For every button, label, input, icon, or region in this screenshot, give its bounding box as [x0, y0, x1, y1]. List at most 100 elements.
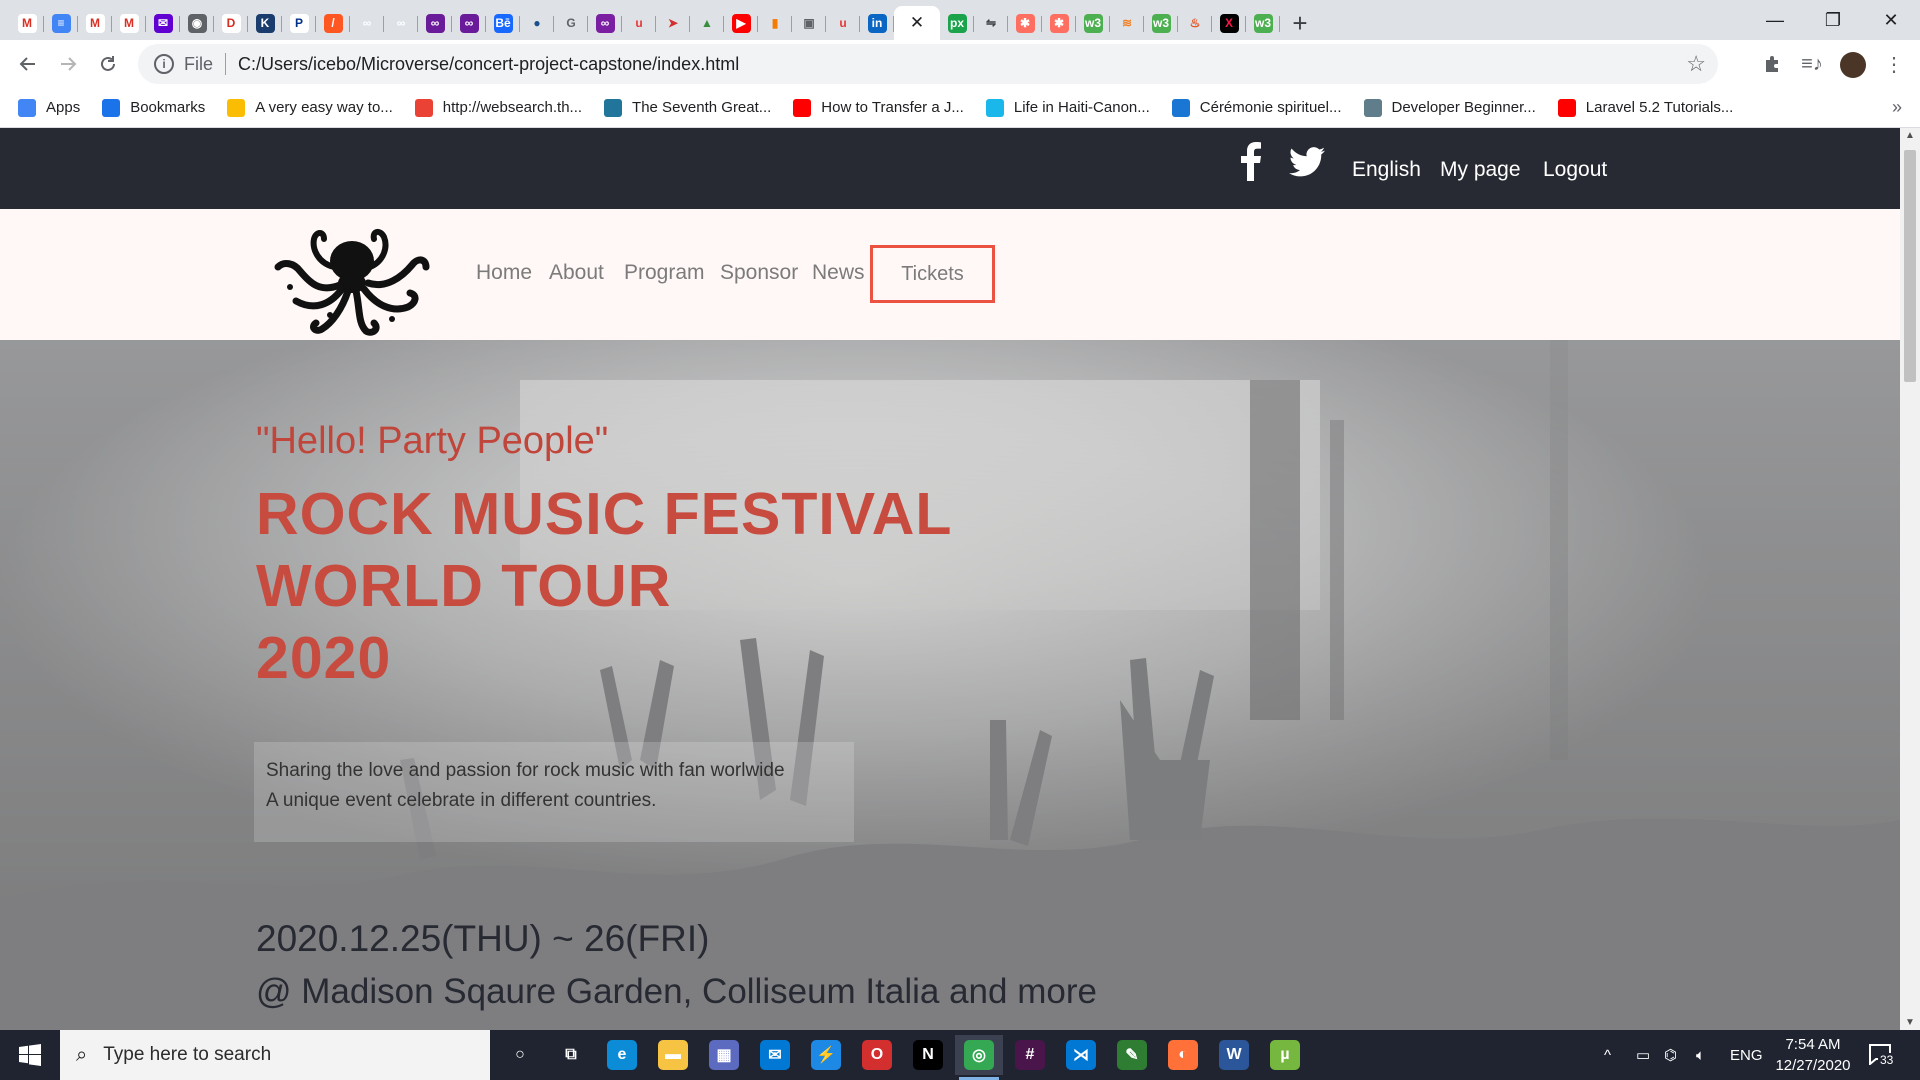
- edge-icon[interactable]: e: [598, 1035, 646, 1075]
- action-center-icon[interactable]: 33: [1864, 1039, 1900, 1071]
- my-page-link[interactable]: My page: [1440, 158, 1521, 182]
- browser-tab[interactable]: /: [316, 6, 350, 40]
- volume-icon[interactable]: 🔈︎: [1696, 1030, 1705, 1080]
- show-hidden-icons-icon[interactable]: ^: [1604, 1030, 1611, 1080]
- word-icon[interactable]: W: [1210, 1035, 1258, 1075]
- address-bar[interactable]: i File C:/Users/icebo/Microverse/concert…: [138, 44, 1718, 84]
- profile-avatar[interactable]: [1840, 52, 1866, 78]
- browser-tab[interactable]: Bē: [486, 6, 520, 40]
- slack-icon[interactable]: #: [1006, 1035, 1054, 1075]
- browser-tab[interactable]: w3: [1144, 6, 1178, 40]
- scroll-down-icon[interactable]: ▼: [1905, 1017, 1915, 1028]
- bookmark-item[interactable]: http://websearch.th...: [414, 98, 582, 117]
- browser-tab[interactable]: M: [10, 6, 44, 40]
- new-tab-button[interactable]: +: [1280, 6, 1320, 40]
- site-info-icon[interactable]: i: [154, 54, 174, 74]
- browser-tab[interactable]: ✱: [1042, 6, 1076, 40]
- forward-arrow-icon[interactable]: [48, 44, 88, 84]
- utorrent-icon[interactable]: µ: [1261, 1035, 1309, 1075]
- reload-icon[interactable]: [88, 44, 128, 84]
- taskbar-search[interactable]: ⌕ Type here to search: [60, 1030, 490, 1080]
- extensions-puzzle-icon[interactable]: [1752, 40, 1792, 88]
- logout-link[interactable]: Logout: [1543, 158, 1607, 182]
- browser-tab[interactable]: ▮: [758, 6, 792, 40]
- bookmark-item[interactable]: Life in Haiti-Canon...: [985, 98, 1150, 117]
- nav-about[interactable]: About: [549, 261, 604, 285]
- browser-tab[interactable]: u: [826, 6, 860, 40]
- language-link[interactable]: English: [1352, 158, 1421, 182]
- browser-tab[interactable]: px: [940, 6, 974, 40]
- close-window-button[interactable]: ✕: [1868, 0, 1914, 40]
- bookmarks-overflow-icon[interactable]: »: [1892, 97, 1902, 118]
- nav-program[interactable]: Program: [624, 261, 705, 285]
- nav-news[interactable]: News: [812, 261, 865, 285]
- browser-tab[interactable]: ✉: [146, 6, 180, 40]
- task-view-icon[interactable]: ⧉: [547, 1035, 595, 1075]
- bookmark-item[interactable]: Apps: [18, 98, 80, 117]
- mail-icon[interactable]: ✉: [751, 1035, 799, 1075]
- browser-tab[interactable]: ➤: [656, 6, 690, 40]
- browser-tab[interactable]: D: [214, 6, 248, 40]
- store-icon[interactable]: ▦: [700, 1035, 748, 1075]
- nav-sponsor[interactable]: Sponsor: [720, 261, 798, 285]
- file-explorer-icon[interactable]: ▬: [649, 1035, 697, 1075]
- browser-tab[interactable]: X: [1212, 6, 1246, 40]
- browser-tab[interactable]: in: [860, 6, 894, 40]
- messenger-icon[interactable]: ⚡: [802, 1035, 850, 1075]
- facebook-icon[interactable]: [1240, 141, 1262, 186]
- browser-tab[interactable]: K: [248, 6, 282, 40]
- cortana-icon[interactable]: ○: [496, 1035, 544, 1075]
- bookmark-item[interactable]: A very easy way to...: [227, 98, 393, 117]
- bookmark-item[interactable]: Bookmarks: [102, 98, 205, 117]
- browser-tab[interactable]: ▣: [792, 6, 826, 40]
- browser-tab[interactable]: ♨: [1178, 6, 1212, 40]
- address-url[interactable]: C:/Users/icebo/Microverse/concert-projec…: [238, 54, 739, 75]
- browser-tab[interactable]: ∞: [452, 6, 486, 40]
- browser-tab[interactable]: ∞: [350, 6, 384, 40]
- browser-tab[interactable]: G: [554, 6, 588, 40]
- bookmark-star-icon[interactable]: ☆: [1686, 51, 1706, 77]
- minimize-button[interactable]: —: [1752, 0, 1798, 40]
- browser-tab[interactable]: M: [78, 6, 112, 40]
- nav-home[interactable]: Home: [476, 261, 532, 285]
- tickets-button[interactable]: Tickets: [870, 245, 995, 303]
- bookmark-item[interactable]: The Seventh Great...: [604, 98, 771, 117]
- browser-tab[interactable]: ⇋: [974, 6, 1008, 40]
- browser-tab[interactable]: ▶: [724, 6, 758, 40]
- meet-now-icon[interactable]: ▭: [1636, 1030, 1650, 1080]
- opera-icon[interactable]: O: [853, 1035, 901, 1075]
- menu-kebab-icon[interactable]: ⋮: [1874, 40, 1914, 88]
- browser-tab[interactable]: P: [282, 6, 316, 40]
- network-icon[interactable]: ⌬: [1664, 1030, 1677, 1080]
- browser-tab[interactable]: ◉: [180, 6, 214, 40]
- netflix-icon[interactable]: N: [904, 1035, 952, 1075]
- scrollbar-thumb[interactable]: [1904, 150, 1916, 382]
- chrome-icon[interactable]: ◎: [955, 1035, 1003, 1080]
- browser-tab[interactable]: ∞: [588, 6, 622, 40]
- browser-tab[interactable]: M: [112, 6, 146, 40]
- browser-tab[interactable]: ▲: [690, 6, 724, 40]
- maximize-button[interactable]: ❐: [1810, 0, 1856, 40]
- bookmark-item[interactable]: Cérémonie spirituel...: [1171, 98, 1342, 117]
- scroll-up-icon[interactable]: ▲: [1905, 130, 1915, 141]
- bookmark-item[interactable]: Laravel 5.2 Tutorials...: [1557, 98, 1733, 117]
- browser-tab[interactable]: ●: [520, 6, 554, 40]
- bookmark-item[interactable]: Developer Beginner...: [1363, 98, 1536, 117]
- browser-tab[interactable]: u: [622, 6, 656, 40]
- browser-tab[interactable]: ∞: [384, 6, 418, 40]
- firefox-icon[interactable]: ◐: [1159, 1035, 1207, 1075]
- browser-tab[interactable]: ∞: [418, 6, 452, 40]
- twitter-icon[interactable]: [1288, 147, 1326, 182]
- browser-tab[interactable]: w3: [1076, 6, 1110, 40]
- page-scrollbar[interactable]: ▲ ▼: [1900, 128, 1920, 1030]
- taskbar-clock[interactable]: 7:54 AM 12/27/2020: [1768, 1034, 1858, 1076]
- octopus-logo[interactable]: [270, 227, 430, 337]
- browser-tab[interactable]: ≡: [44, 6, 78, 40]
- active-tab[interactable]: ✕: [894, 6, 940, 40]
- image-editor-icon[interactable]: ✎: [1108, 1035, 1156, 1075]
- back-arrow-icon[interactable]: [8, 44, 48, 84]
- browser-tab[interactable]: ≋: [1110, 6, 1144, 40]
- vscode-icon[interactable]: ⋊: [1057, 1035, 1105, 1075]
- close-tab-icon[interactable]: ✕: [910, 13, 924, 33]
- language-indicator[interactable]: ENG: [1730, 1030, 1763, 1080]
